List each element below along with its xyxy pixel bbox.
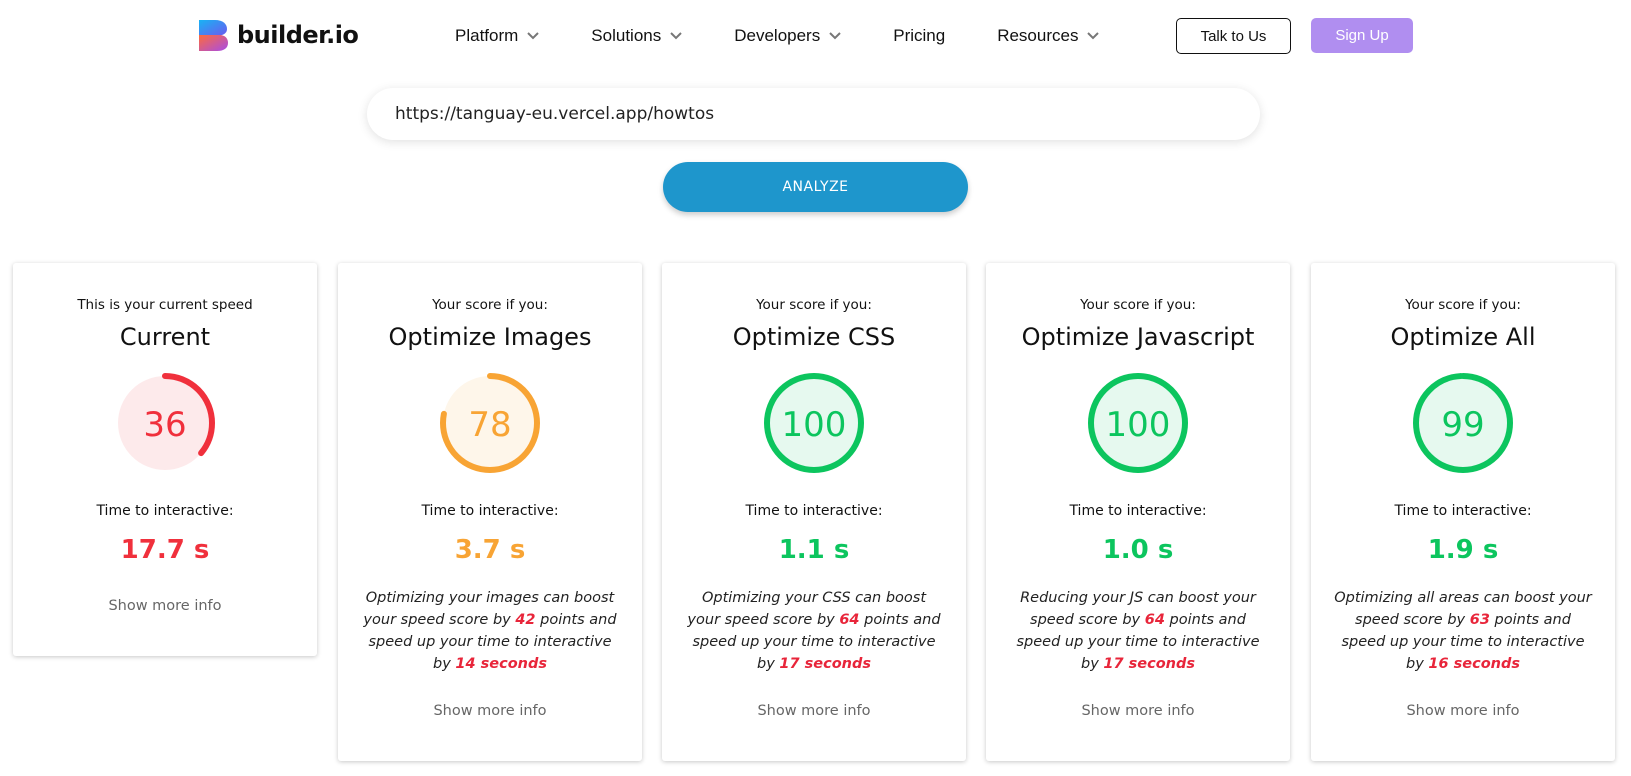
score-card-optimize-images: Your score if you: Optimize Images 78 Time …: [338, 263, 642, 761]
score-value: 100: [1105, 405, 1171, 445]
score-card-optimize-javascript: Your score if you: Optimize Javascript 100…: [986, 263, 1290, 761]
card-title: Optimize Images: [388, 323, 592, 351]
improvement-highlight: 16 seconds: [1428, 656, 1520, 672]
analyze-button[interactable]: ANALYZE: [663, 162, 968, 212]
card-subtitle: Your score if you:: [432, 297, 548, 313]
talk-to-us-button[interactable]: Talk to Us: [1176, 18, 1291, 54]
chevron-down-icon: [670, 32, 682, 40]
tti-label: Time to interactive:: [96, 503, 234, 519]
show-more-info-link[interactable]: Show more info: [1311, 703, 1615, 719]
builder-logo-icon: [199, 20, 228, 51]
card-title: Current: [119, 323, 211, 351]
chevron-down-icon: [527, 32, 540, 40]
improvement-highlight: 14 seconds: [455, 656, 547, 672]
nav-item-label: Solutions: [591, 26, 662, 45]
tti-label: Time to interactive:: [1069, 503, 1207, 519]
card-subtitle: Your score if you:: [1405, 297, 1521, 313]
chevron-down-icon: [1087, 32, 1100, 40]
improvement-description: Optimizing your images can boost your sp…: [360, 587, 620, 675]
nav-item-platform[interactable]: Platform: [455, 26, 540, 46]
tti-label: Time to interactive:: [1394, 503, 1532, 519]
score-gauge: 36: [113, 371, 217, 475]
score-gauge: 100: [762, 371, 866, 475]
improvement-highlight: 17 seconds: [1103, 656, 1195, 672]
score-value: 36: [143, 405, 187, 445]
score-gauge: 100: [1086, 371, 1190, 475]
tti-value: 17.7 s: [120, 535, 210, 565]
nav-item-developers[interactable]: Developers: [734, 26, 841, 46]
tti-label: Time to interactive:: [421, 503, 559, 519]
chevron-down-icon: [829, 32, 841, 40]
show-more-info-link[interactable]: Show more info: [662, 703, 966, 719]
nav-item-solutions[interactable]: Solutions: [591, 26, 682, 46]
card-subtitle: This is your current speed: [77, 297, 253, 313]
score-gauge: 78: [438, 371, 542, 475]
nav-item-resources[interactable]: Resources: [997, 26, 1100, 46]
score-gauge: 99: [1411, 371, 1515, 475]
improvement-highlight: 64: [1144, 612, 1165, 628]
url-input[interactable]: [367, 88, 1260, 140]
card-subtitle: Your score if you:: [756, 297, 872, 313]
nav-item-label: Pricing: [893, 26, 946, 45]
tti-value: 1.9 s: [1427, 535, 1499, 565]
nav-item-label: Developers: [734, 26, 821, 45]
nav-menu: Platform Solutions Developers Pricing Re…: [455, 26, 1151, 46]
improvement-highlight: 64: [839, 612, 860, 628]
nav-item-pricing[interactable]: Pricing: [893, 26, 945, 46]
show-more-info-link[interactable]: Show more info: [13, 598, 317, 614]
show-more-info-link[interactable]: Show more info: [338, 703, 642, 719]
improvement-description: Optimizing your CSS can boost your speed…: [684, 587, 944, 675]
score-value: 100: [781, 405, 847, 445]
tti-value: 1.1 s: [778, 535, 850, 565]
card-subtitle: Your score if you:: [1080, 297, 1196, 313]
improvement-highlight: 63: [1469, 612, 1490, 628]
builder-logo-link[interactable]: builder.io: [197, 18, 359, 52]
score-card-optimize-css: Your score if you: Optimize CSS 100 Time to…: [662, 263, 966, 761]
nav-item-label: Resources: [997, 26, 1079, 45]
brand-name: builder.io: [237, 21, 359, 49]
url-input-container: [367, 88, 1260, 140]
improvement-description: Reducing your JS can boost your speed sc…: [1008, 587, 1268, 675]
improvement-description: Optimizing all areas can boost your spee…: [1333, 587, 1593, 675]
top-nav: builder.io Platform Solutions Developers…: [0, 0, 1631, 76]
tti-value: 3.7 s: [454, 535, 526, 565]
improvement-highlight: 42: [515, 612, 536, 628]
tti-value: 1.0 s: [1102, 535, 1174, 565]
card-title: Optimize Javascript: [1021, 323, 1255, 351]
sign-up-button[interactable]: Sign Up: [1311, 18, 1413, 53]
show-more-info-link[interactable]: Show more info: [986, 703, 1290, 719]
tti-label: Time to interactive:: [745, 503, 883, 519]
score-value: 99: [1441, 405, 1485, 445]
score-card-optimize-all: Your score if you: Optimize All 99 Time to …: [1311, 263, 1615, 761]
card-title: Optimize CSS: [732, 323, 896, 351]
improvement-highlight: 17 seconds: [779, 656, 871, 672]
nav-item-label: Platform: [455, 26, 519, 45]
score-card-current: This is your current speed Current 36 Time …: [13, 263, 317, 656]
card-title: Optimize All: [1390, 323, 1536, 351]
score-value: 78: [468, 405, 512, 445]
